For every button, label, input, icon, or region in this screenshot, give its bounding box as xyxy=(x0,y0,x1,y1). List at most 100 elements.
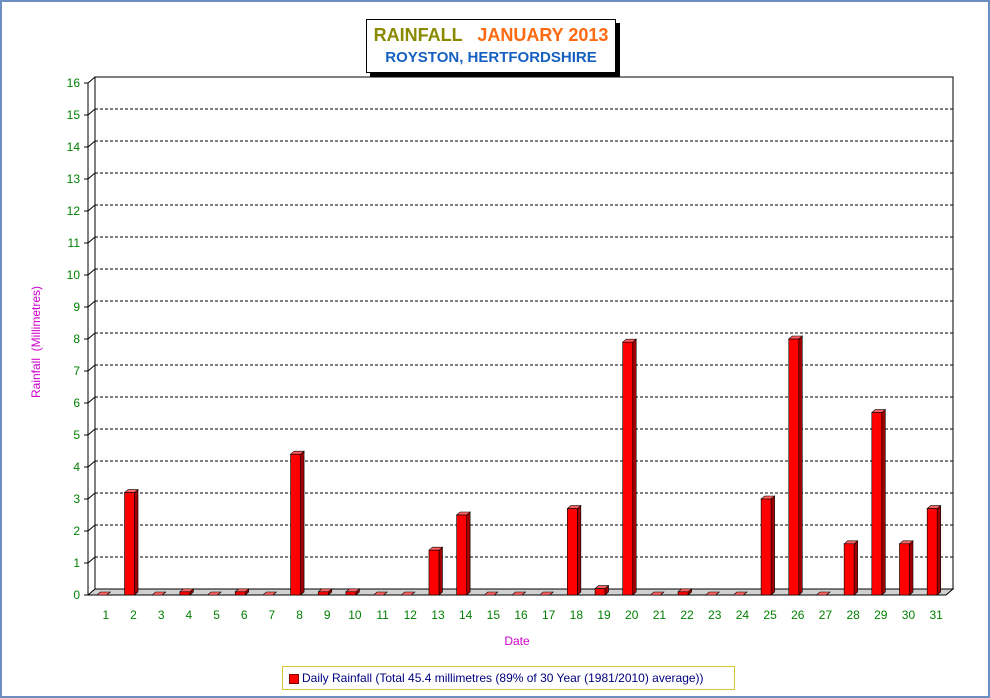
chart-title: RAINFALL JANUARY 2013 xyxy=(367,25,615,46)
gridline-diagonal xyxy=(87,524,96,532)
x-tick-label: 12 xyxy=(404,608,418,622)
title-rainfall-word: RAINFALL xyxy=(373,25,463,45)
bar-side xyxy=(853,540,858,596)
x-axis-title: Date xyxy=(504,634,530,648)
x-tick-label: 5 xyxy=(213,608,220,622)
x-tick-label: 10 xyxy=(348,608,362,622)
x-tick-label: 4 xyxy=(186,608,193,622)
gridline-diagonal xyxy=(87,300,96,308)
bar-front xyxy=(843,543,855,596)
bar-front xyxy=(290,453,301,596)
bar-side xyxy=(770,495,775,596)
gridline-diagonal xyxy=(87,140,96,148)
bar xyxy=(428,546,444,596)
bar xyxy=(594,584,610,596)
y-tick-label: 2 xyxy=(73,524,80,538)
x-tick-label: 25 xyxy=(763,608,777,622)
bar xyxy=(317,588,333,596)
bar-front xyxy=(179,591,191,596)
bar xyxy=(234,588,250,596)
bar-front xyxy=(788,338,800,596)
bar-side xyxy=(798,335,803,596)
gridlines xyxy=(87,76,953,564)
bar-front xyxy=(428,549,440,596)
y-tick-label: 4 xyxy=(73,460,80,474)
bar xyxy=(677,588,693,596)
bar xyxy=(621,338,638,596)
gridline-diagonal xyxy=(87,172,96,180)
bar xyxy=(898,540,914,596)
x-tick-label: 3 xyxy=(158,608,165,622)
bar-side xyxy=(300,450,305,596)
legend-swatch xyxy=(289,674,299,684)
bars xyxy=(96,335,942,596)
bar-front xyxy=(677,591,689,596)
y-tick-label: 7 xyxy=(73,364,80,378)
y-tick-label: 12 xyxy=(67,204,81,218)
y-tick-label: 8 xyxy=(73,332,80,346)
bar-front xyxy=(622,341,634,596)
bar-side xyxy=(438,546,443,596)
bar xyxy=(123,488,139,596)
gridline-diagonal xyxy=(87,460,96,468)
bar-side xyxy=(632,338,637,596)
plot-back-wall xyxy=(94,76,954,590)
gridline-diagonal xyxy=(87,396,96,404)
y-tick-label: 10 xyxy=(67,268,81,282)
bar-front xyxy=(594,588,606,596)
y-tick-label: 3 xyxy=(73,492,80,506)
x-tick-label: 22 xyxy=(680,608,694,622)
bar-side xyxy=(936,504,941,596)
bar-side xyxy=(466,511,471,596)
gridline-diagonal xyxy=(87,236,96,244)
x-tick-label: 26 xyxy=(791,608,805,622)
bar xyxy=(179,588,195,596)
y-tick-label: 16 xyxy=(67,76,81,90)
x-tick-label: 31 xyxy=(929,608,943,622)
y-tick-label: 1 xyxy=(73,556,80,570)
bar-side xyxy=(577,504,582,596)
x-tick-label: 8 xyxy=(296,608,303,622)
gridline-diagonal xyxy=(87,268,96,276)
bar-front xyxy=(760,498,772,596)
y-tick-label: 0 xyxy=(73,588,80,602)
y-tick-label: 13 xyxy=(67,172,81,186)
x-tick-label: 15 xyxy=(487,608,501,622)
bar-front xyxy=(456,514,467,596)
x-tick-label: 21 xyxy=(653,608,667,622)
gridline-diagonal xyxy=(87,204,96,212)
y-tick-labels: 012345678910111213141516 xyxy=(67,76,81,602)
axes xyxy=(84,76,955,596)
x-tick-label: 19 xyxy=(597,608,611,622)
x-tick-labels: 1 2 3 4 5 6 7 8 9 10 11 12 13 14 15 16 17 18 19 20 21 22 23 24 2… xyxy=(102,608,943,622)
y-tick-label: 15 xyxy=(67,108,81,122)
bar xyxy=(843,540,859,596)
bar-side xyxy=(881,408,886,596)
bar-front xyxy=(926,508,938,596)
chart-svg: 012345678910111213141516 1 2 3 4 5 6 7 8 9 10 11 12… xyxy=(29,76,955,648)
chart-subtitle: ROYSTON, HERTFORDSHIRE xyxy=(385,49,597,66)
y-tick-label: 11 xyxy=(68,236,81,250)
x-tick-label: 1 xyxy=(102,608,109,622)
legend-label: Daily Rainfall (Total 45.4 millimetres (… xyxy=(302,671,704,685)
x-tick-label: 2 xyxy=(130,608,137,622)
x-tick-label: 24 xyxy=(736,608,750,622)
x-tick-label: 9 xyxy=(324,608,331,622)
x-tick-label: 18 xyxy=(570,608,584,622)
x-tick-label: 20 xyxy=(625,608,639,622)
x-tick-label: 30 xyxy=(902,608,916,622)
bar-side xyxy=(909,540,914,596)
bar-front xyxy=(317,591,329,596)
y-tick-label: 5 xyxy=(73,428,80,442)
x-tick-label: 7 xyxy=(269,608,276,622)
x-tick-label: 29 xyxy=(874,608,888,622)
bar-front xyxy=(871,412,883,596)
x-tick-label: 16 xyxy=(514,608,528,622)
y-tick-label: 14 xyxy=(67,140,81,154)
gridline-diagonal xyxy=(87,332,96,340)
bar xyxy=(289,450,305,596)
bar-front xyxy=(567,508,578,596)
gridline-diagonal xyxy=(87,76,96,84)
bar xyxy=(455,511,471,596)
x-tick-label: 14 xyxy=(459,608,473,622)
